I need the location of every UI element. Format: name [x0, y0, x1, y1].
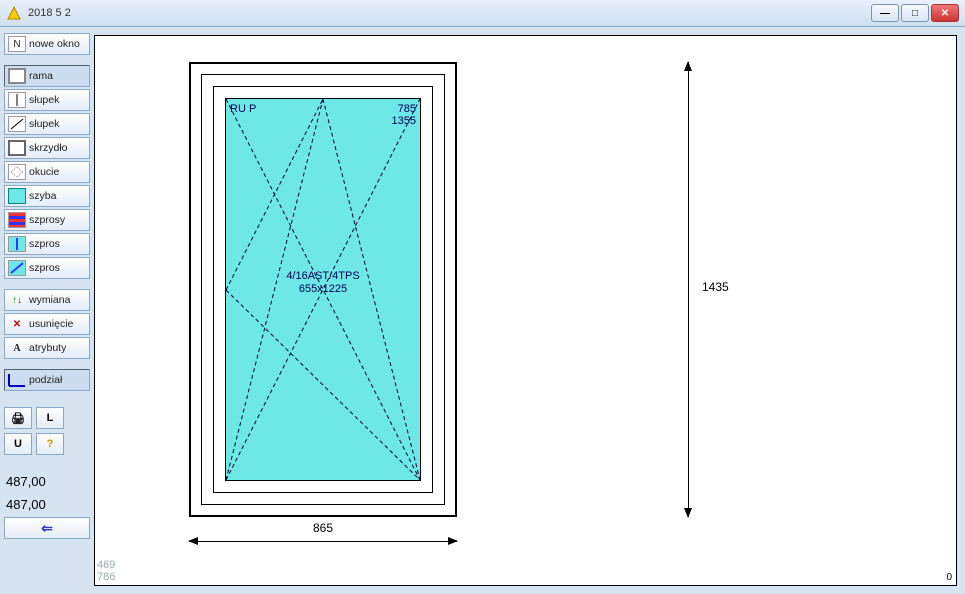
mullion-v-button[interactable]: słupek: [4, 89, 90, 111]
canvas[interactable]: RU P 785 1355 4/16AST/4TPS 655x1225: [94, 35, 957, 586]
minimize-icon: —: [880, 8, 890, 19]
L-button[interactable]: L: [36, 407, 64, 429]
division-label: podział: [29, 374, 62, 386]
attributes-button[interactable]: A atrybuty: [4, 337, 90, 359]
price-2: 487,00: [4, 494, 90, 515]
hardware-button[interactable]: okucie: [4, 161, 90, 183]
mullion-d-icon: [8, 116, 26, 132]
glass-icon: [8, 188, 26, 204]
window-title: 2018 5 2: [28, 7, 71, 19]
delete-label: usunięcie: [29, 318, 73, 330]
back-icon: ⇐: [41, 520, 53, 537]
price-1: 487,00: [4, 471, 90, 492]
dimension-vertical: 1435: [680, 62, 750, 517]
hardware-label: okucie: [29, 166, 59, 178]
help-button[interactable]: ?: [36, 433, 64, 455]
mullion-d-label: słupek: [29, 118, 59, 130]
mullion-v-label: słupek: [29, 94, 59, 106]
muntin-h-label: szpros: [29, 238, 60, 250]
muntins-icon: [8, 212, 26, 228]
hardware-icon: [8, 164, 26, 180]
glass-spec: 4/16AST/4TPS: [226, 270, 420, 283]
maximize-button[interactable]: □: [901, 4, 929, 22]
glass-center-labels: 4/16AST/4TPS 655x1225: [226, 270, 420, 296]
division-button[interactable]: podział: [4, 369, 90, 391]
U-label: U: [14, 438, 22, 450]
sash-icon: [8, 140, 26, 156]
swap-button[interactable]: ↑↓ wymiana: [4, 289, 90, 311]
dimension-horizontal: 865: [189, 533, 457, 547]
frame-button[interactable]: rama: [4, 65, 90, 87]
muntin-h-button[interactable]: szpros: [4, 233, 90, 255]
window-controls: — □ ✕: [871, 4, 959, 22]
muntin-d-button[interactable]: szpros: [4, 257, 90, 279]
mullion-v-icon: [8, 92, 26, 108]
new-window-icon: N: [8, 36, 26, 52]
sidebar: N nowe okno rama słupek słupek skrzydło: [0, 27, 94, 594]
frame-icon: [8, 68, 26, 84]
coord-y: 786: [97, 571, 115, 583]
print-icon: 🖨: [11, 412, 25, 425]
sash-button[interactable]: skrzydło: [4, 137, 90, 159]
sash-label: skrzydło: [29, 142, 68, 154]
app-icon: [6, 5, 22, 21]
coord-x: 469: [97, 559, 115, 571]
cursor-coords: 469 786: [97, 559, 115, 583]
back-button[interactable]: ⇐: [4, 517, 90, 539]
muntin-h-icon: [8, 236, 26, 252]
new-window-label: nowe okno: [29, 38, 80, 50]
close-button[interactable]: ✕: [931, 4, 959, 22]
attributes-icon: A: [8, 340, 26, 356]
glass-pane[interactable]: RU P 785 1355 4/16AST/4TPS 655x1225: [225, 98, 421, 481]
body: N nowe okno rama słupek słupek skrzydło: [0, 27, 965, 594]
glass-label: szyba: [29, 190, 56, 202]
swap-icon: ↑↓: [8, 292, 26, 308]
window-drawing[interactable]: RU P 785 1355 4/16AST/4TPS 655x1225: [189, 62, 457, 517]
glass-button[interactable]: szyba: [4, 185, 90, 207]
mullion-d-button[interactable]: słupek: [4, 113, 90, 135]
close-icon: ✕: [941, 8, 949, 19]
glass-top-labels: RU P 785 1355: [230, 103, 416, 127]
frame-label: rama: [29, 70, 53, 82]
hardware-code: RU P: [230, 103, 256, 115]
titlebar: 2018 5 2 — □ ✕: [0, 0, 965, 27]
U-button[interactable]: U: [4, 433, 32, 455]
delete-icon: ✕: [8, 316, 26, 332]
delete-button[interactable]: ✕ usunięcie: [4, 313, 90, 335]
swap-label: wymiana: [29, 294, 70, 306]
app-window: 2018 5 2 — □ ✕ N nowe okno rama słupek: [0, 0, 965, 594]
muntin-d-label: szpros: [29, 262, 60, 274]
dim-h-label: 865: [189, 521, 457, 535]
muntin-d-icon: [8, 260, 26, 276]
muntins-label: szprosy: [29, 214, 65, 226]
width-small: 785: [398, 103, 416, 115]
dim-v-label: 1435: [702, 280, 729, 294]
muntins-button[interactable]: szprosy: [4, 209, 90, 231]
new-window-button[interactable]: N nowe okno: [4, 33, 90, 55]
division-icon: [8, 372, 26, 388]
minimize-button[interactable]: —: [871, 4, 899, 22]
print-button[interactable]: 🖨: [4, 407, 32, 429]
help-icon: ?: [47, 438, 54, 450]
zero-label: 0: [946, 572, 952, 583]
glass-dim: 655x1225: [226, 283, 420, 296]
maximize-icon: □: [912, 8, 918, 19]
height-small: 1355: [392, 115, 416, 127]
attributes-label: atrybuty: [29, 342, 66, 354]
L-label: L: [47, 412, 54, 424]
